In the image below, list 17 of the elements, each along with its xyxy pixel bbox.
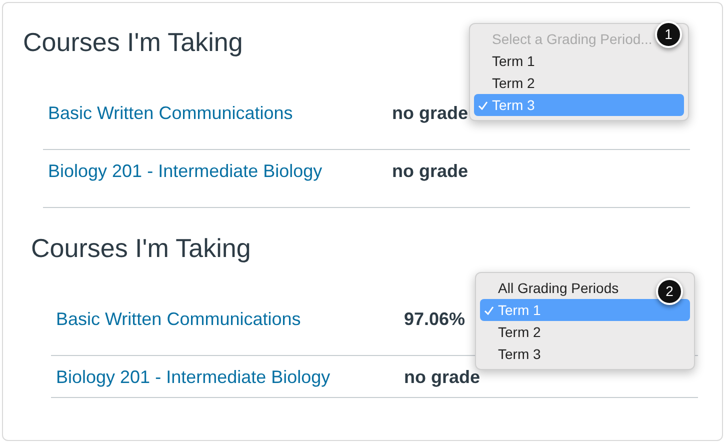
menu-item[interactable]: Term 3 — [480, 343, 541, 365]
section-heading: Courses I'm Taking — [31, 232, 251, 265]
grade-text: no grade — [392, 102, 468, 125]
checkmark-icon — [478, 101, 488, 110]
menu-item[interactable]: Term 2 — [480, 321, 541, 343]
section-heading: Courses I'm Taking — [23, 26, 243, 59]
checkmark-icon — [484, 306, 494, 315]
course-link[interactable]: Biology 201 - Intermediate Biology — [48, 161, 322, 181]
grade-text: 97.06% — [404, 308, 466, 331]
grade-text: no grade — [392, 160, 468, 183]
course-link[interactable]: Basic Written Communications — [48, 103, 293, 123]
grade-text: no grade — [404, 366, 480, 389]
course-link[interactable]: Biology 201 - Intermediate Biology — [56, 367, 330, 387]
menu-item[interactable]: Term 2 — [474, 72, 535, 94]
menu-item[interactable]: Term 1 — [474, 50, 535, 72]
menu-item[interactable]: All Grading Periods — [480, 277, 619, 299]
course-link[interactable]: Basic Written Communications — [56, 309, 301, 329]
